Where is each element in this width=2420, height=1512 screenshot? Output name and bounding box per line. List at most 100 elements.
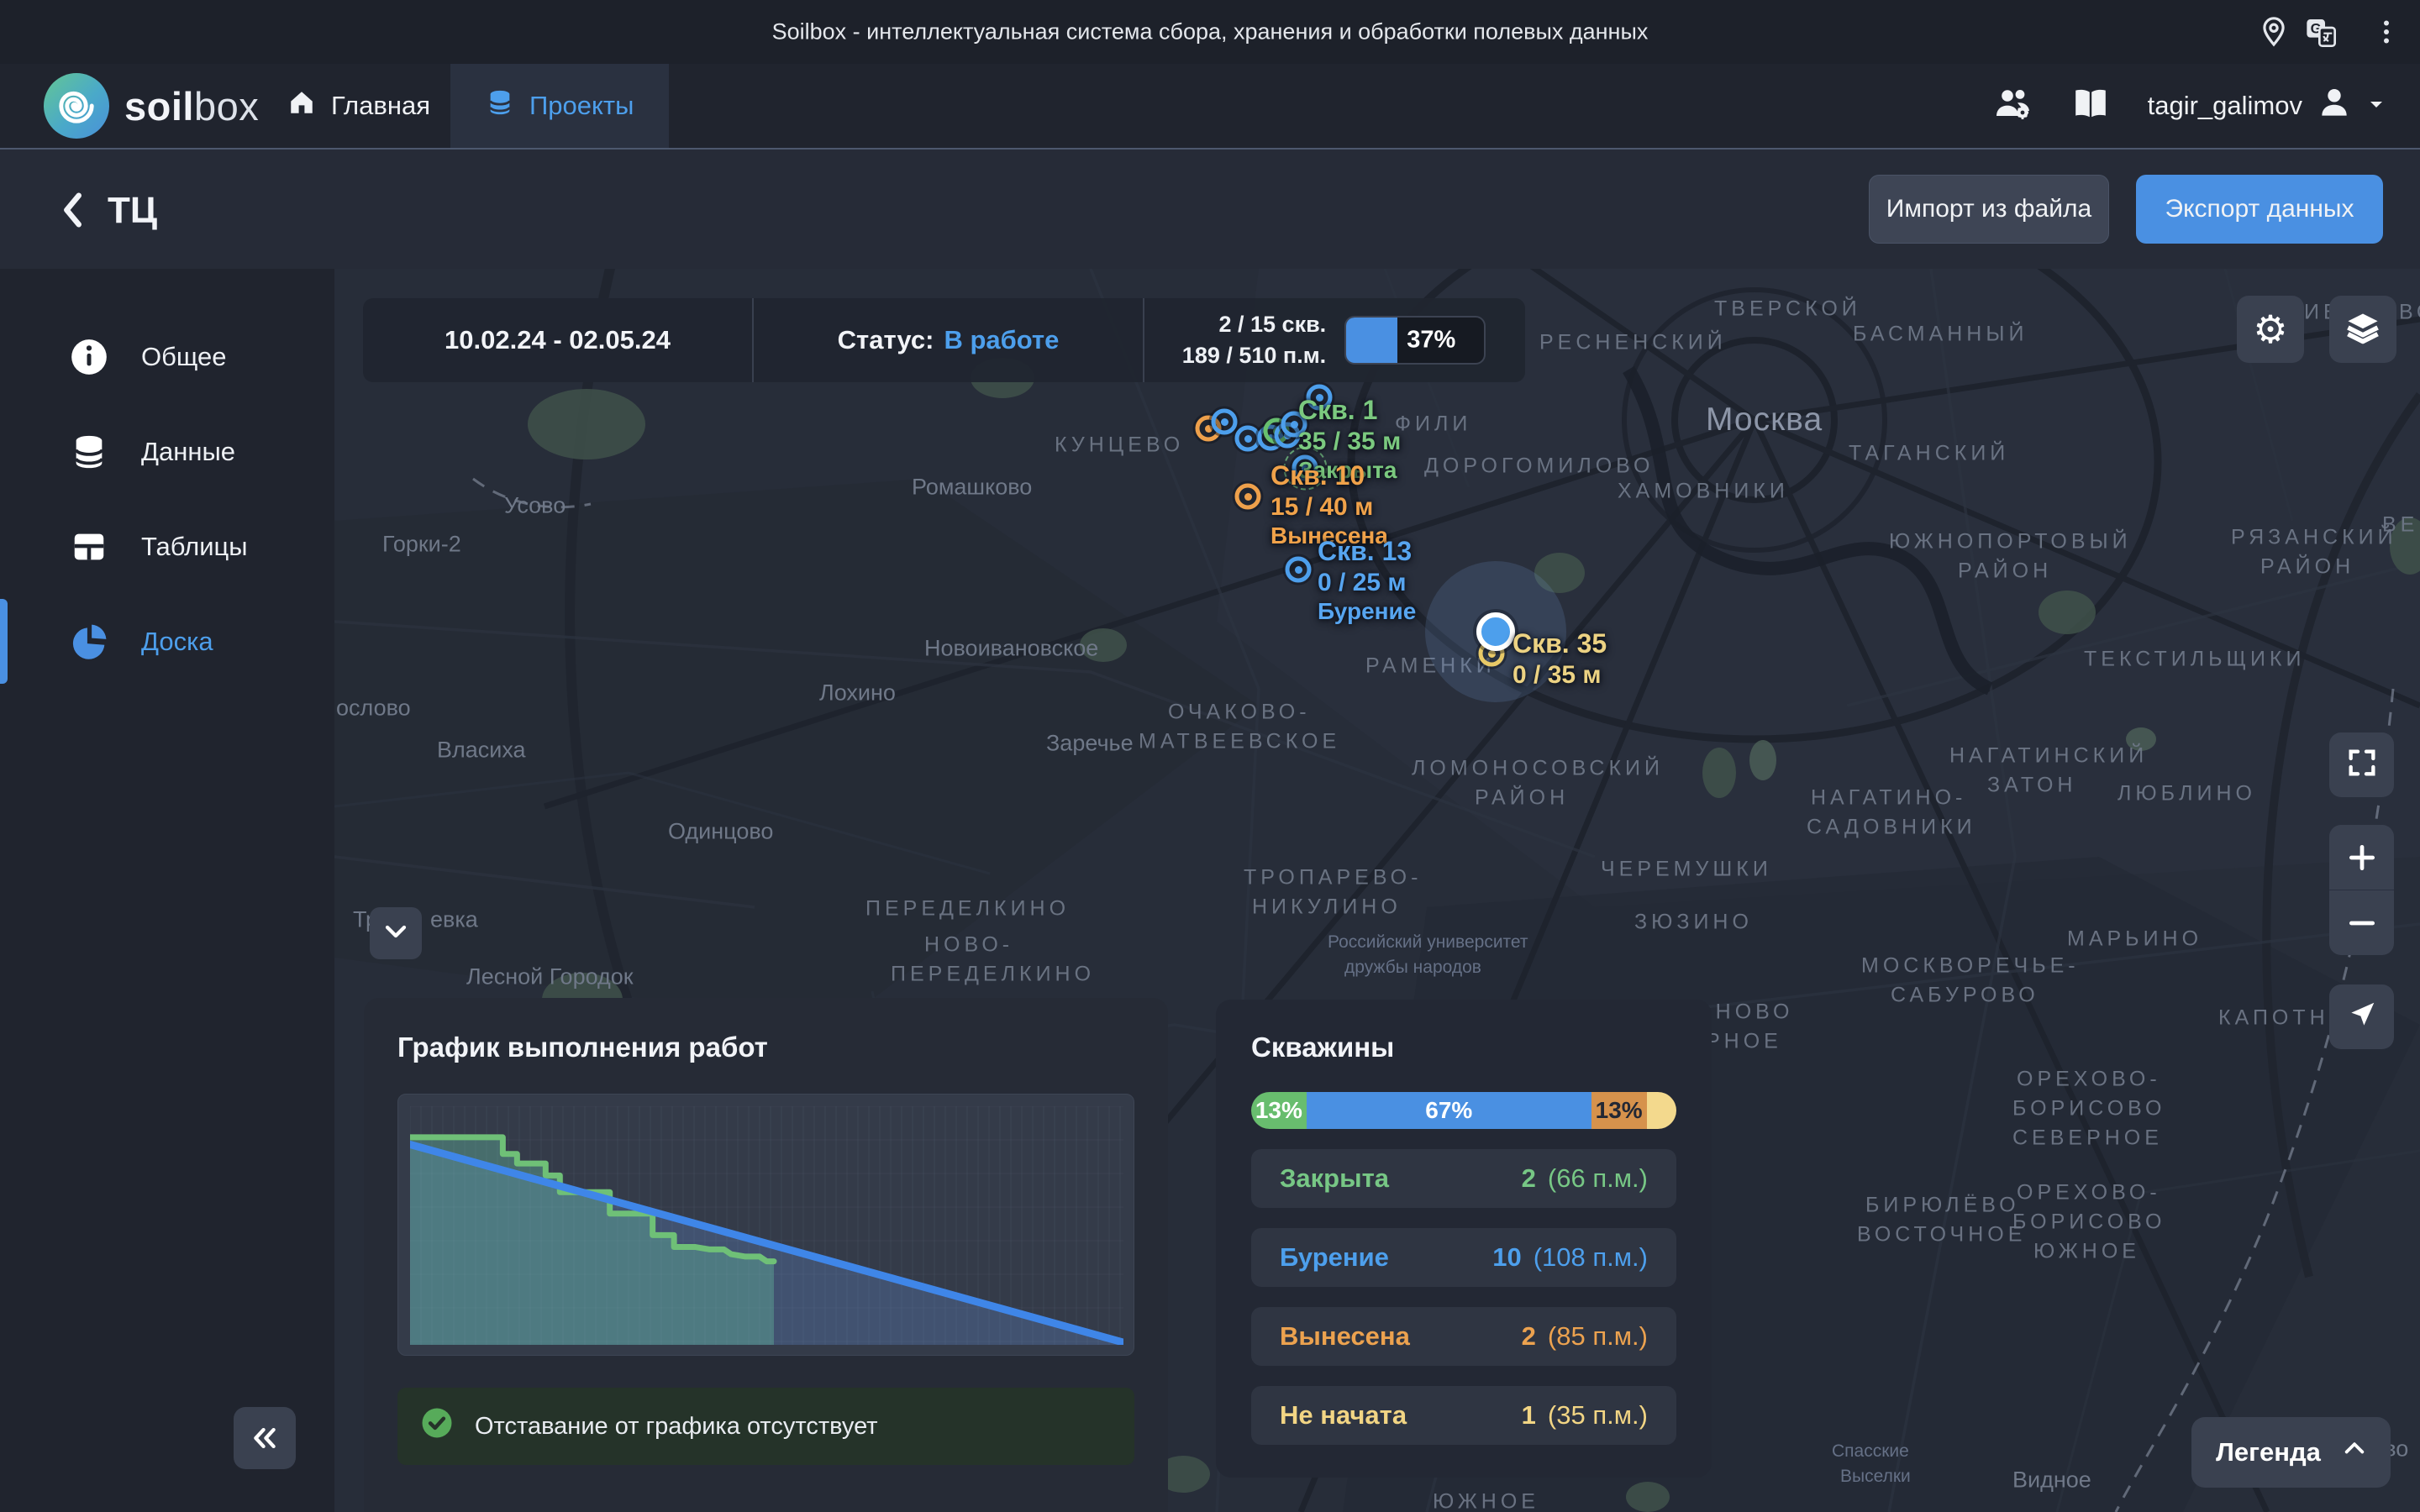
home-icon xyxy=(287,88,316,123)
database-icon xyxy=(66,428,113,475)
kebab-menu-icon[interactable] xyxy=(2366,12,2407,52)
chevron-down-icon xyxy=(383,919,408,948)
schedule-panel: График выполнения работ Отставание от гр… xyxy=(364,998,1168,1512)
translate-icon[interactable]: G xyxy=(2301,12,2341,52)
status-label: Статус: xyxy=(838,325,934,355)
status-value: В работе xyxy=(944,325,1059,355)
well-status-label: Не начата xyxy=(1280,1400,1407,1431)
legend-button[interactable]: Легенда xyxy=(2191,1417,2391,1488)
schedule-chart xyxy=(397,1094,1134,1356)
import-from-file-button[interactable]: Импорт из файла xyxy=(1869,175,2109,244)
pie-icon xyxy=(66,618,113,665)
map-zoom-controls xyxy=(2329,825,2394,955)
well-status-count: 10 xyxy=(1492,1242,1521,1273)
zoom-in-button[interactable] xyxy=(2329,825,2394,890)
meters-count: 189 / 510 п.м. xyxy=(1182,343,1326,369)
wells-status-row[interactable]: Бурение 10 (108 п.м.) xyxy=(1251,1228,1676,1287)
wells-status-row[interactable]: Закрыта 2 (66 п.м.) xyxy=(1251,1149,1676,1208)
chevron-down-icon xyxy=(2366,91,2386,121)
zoom-out-button[interactable] xyxy=(2329,890,2394,955)
wells-bar-segment: 13% xyxy=(1251,1092,1307,1129)
sidebar-item-label: Данные xyxy=(141,437,235,467)
map-marker-blue[interactable] xyxy=(1212,409,1238,435)
sidebar-item-label: Доска xyxy=(141,627,213,657)
schedule-panel-title: График выполнения работ xyxy=(397,1032,1134,1063)
info-icon xyxy=(66,333,113,381)
well-status-count: 2 xyxy=(1522,1321,1536,1352)
sidebar-item-2[interactable]: Данные xyxy=(0,404,334,499)
map-marker-blue[interactable] xyxy=(1307,385,1333,411)
fullscreen-icon xyxy=(2345,746,2379,784)
project-dates: 10.02.24 - 02.05.24 xyxy=(363,298,752,382)
nav-tab-projects[interactable]: Проекты xyxy=(450,64,669,148)
sidebar-item-label: Таблицы xyxy=(141,532,248,562)
project-sidebar: Общее Данные Таблицы Доска xyxy=(0,269,334,1512)
wells-status-row[interactable]: Не начата1(35 п.м.) xyxy=(1251,1386,1676,1445)
sidebar-collapse-button[interactable] xyxy=(234,1407,296,1469)
sidebar-item-label: Общее xyxy=(141,342,227,372)
map-marker-blue[interactable] xyxy=(1286,557,1312,583)
map-layers-button[interactable] xyxy=(2329,296,2396,363)
map-locate-button[interactable] xyxy=(2329,984,2394,1049)
table-icon xyxy=(66,523,113,570)
map-marker-blue[interactable] xyxy=(1281,412,1307,438)
legend-label: Легенда xyxy=(2216,1437,2321,1467)
wells-bar-segment: 67% xyxy=(1307,1092,1591,1129)
project-status: Статус: В работе xyxy=(752,298,1143,382)
sidebar-item-3[interactable]: Таблицы xyxy=(0,499,334,594)
sidebar-item-4[interactable]: Доска xyxy=(0,594,334,689)
map-marker-orange[interactable] xyxy=(1235,484,1261,510)
nav-tab-main[interactable]: Главная xyxy=(252,64,466,148)
wells-panel-title: Скважины xyxy=(1251,1032,1676,1063)
wells-distribution-bar: 13%67%13% xyxy=(1251,1092,1676,1129)
project-status-bar: 10.02.24 - 02.05.24 Статус: В работе 2 /… xyxy=(363,298,1525,382)
nav-tab-label: Главная xyxy=(331,91,430,121)
export-data-button[interactable]: Экспорт данных xyxy=(2136,175,2383,244)
well-status-label: Вынесена xyxy=(1280,1321,1410,1352)
map-marker-blue-dashed[interactable] xyxy=(1292,455,1318,481)
location-pin-icon[interactable] xyxy=(2254,12,2294,52)
soilbox-wordmark: soilbox xyxy=(124,83,259,129)
schedule-status-text: Отставание от графика отсутствует xyxy=(475,1413,878,1441)
check-circle-icon xyxy=(419,1405,455,1447)
map-settings-button[interactable]: ⚙ xyxy=(2237,296,2304,363)
schedule-status-message: Отставание от графика отсутствует xyxy=(397,1388,1134,1465)
navigation-arrow-icon xyxy=(2346,999,2378,1035)
project-map[interactable]: ТВЕРСКОЙБАСМАННЫЙРЕСНЕНСКИЙИВАНОВСКМоскв… xyxy=(334,269,2420,1512)
wells-status-rows: Закрыта 2 (66 п.м.) Бурение 10 (108 п.м.) Выне… xyxy=(1251,1149,1676,1445)
well-status-count: 2 xyxy=(1522,1163,1536,1194)
wells-status-row[interactable]: Вынесена 2 (85 п.м.) xyxy=(1251,1307,1676,1366)
back-button[interactable] xyxy=(49,185,99,235)
gear-icon: ⚙ xyxy=(2253,310,2287,349)
well-status-meters: (35 п.м.) xyxy=(1548,1400,1648,1431)
layers-icon xyxy=(2344,309,2381,350)
map-fullscreen-button[interactable] xyxy=(2329,732,2394,797)
map-marker-blue-big[interactable] xyxy=(1476,612,1515,651)
well-status-label: Бурение xyxy=(1280,1242,1389,1273)
project-header: ТЦ Импорт из файла Экспорт данных xyxy=(0,148,2420,269)
user-avatar-icon xyxy=(2316,84,2353,128)
soilbox-logo-icon xyxy=(44,73,109,139)
chevron-up-icon xyxy=(2343,1437,2366,1467)
soilbox-logo[interactable]: soilbox xyxy=(44,64,259,148)
well-status-meters: (108 п.м.) xyxy=(1534,1242,1648,1273)
nav-tab-label: Проекты xyxy=(529,91,634,121)
app-title: Soilbox - интеллектуальная система сбора… xyxy=(772,19,1649,45)
wells-count: 2 / 15 скв. xyxy=(1219,312,1327,338)
wells-bar-segment: 13% xyxy=(1591,1092,1647,1129)
progress-percent: 37% xyxy=(1407,327,1455,354)
sidebar-menu: Общее Данные Таблицы Доска xyxy=(0,309,334,689)
username-label: tagir_galimov xyxy=(2148,91,2302,121)
well-status-meters: (85 п.м.) xyxy=(1548,1321,1648,1352)
docs-book-icon[interactable] xyxy=(2070,84,2111,129)
wells-bar-segment xyxy=(1647,1092,1676,1129)
well-status-meters: (66 п.м.) xyxy=(1548,1163,1648,1194)
collapse-panel-button[interactable] xyxy=(370,907,422,959)
sidebar-item-1[interactable]: Общее xyxy=(0,309,334,404)
progress-bar: 37% xyxy=(1344,316,1486,365)
user-menu[interactable]: tagir_galimov xyxy=(2148,84,2386,128)
well-status-label: Закрыта xyxy=(1280,1163,1389,1194)
users-management-icon[interactable] xyxy=(1993,84,2033,129)
progress-bar-fill xyxy=(1346,318,1397,363)
main-nav: soilbox Главная Проекты xyxy=(0,64,2420,148)
